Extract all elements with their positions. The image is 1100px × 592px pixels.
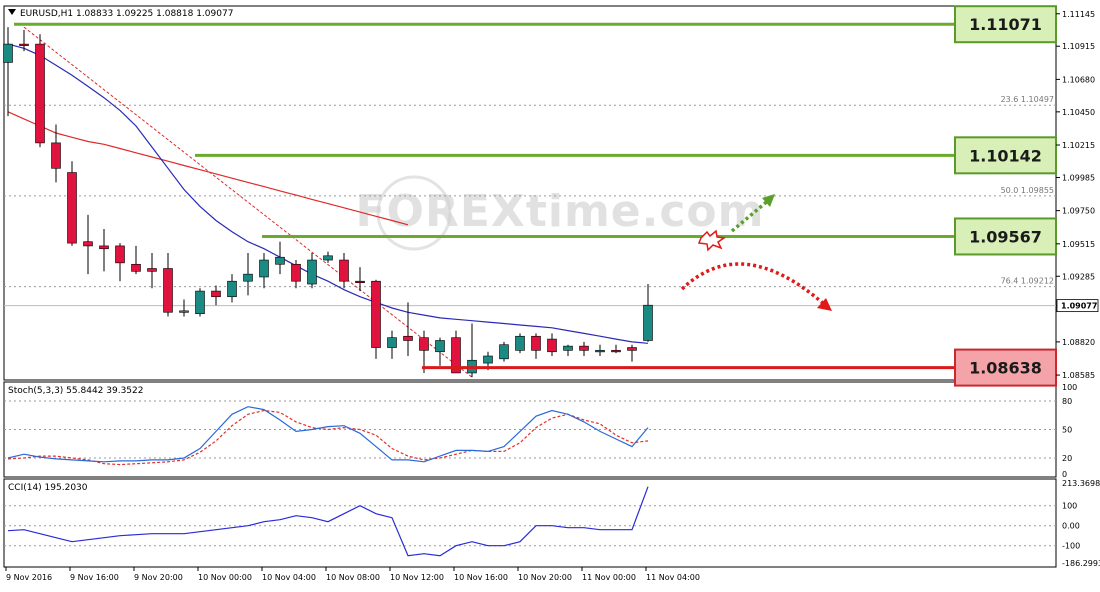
x-tick-label: 11 Nov 00:00 — [582, 573, 636, 582]
candle-body — [179, 310, 189, 313]
x-tick-label: 9 Nov 20:00 — [134, 573, 183, 582]
candle — [371, 279, 381, 359]
x-tick-label: 10 Nov 04:00 — [262, 573, 316, 582]
symbol-info: EURUSD,H1 1.08833 1.09225 1.08818 1.0907… — [20, 9, 233, 19]
level-price-label: 1.09567 — [969, 227, 1042, 246]
x-tick-label: 10 Nov 00:00 — [198, 573, 252, 582]
candle-body — [147, 268, 157, 272]
candle-body — [115, 245, 125, 264]
stoch-tick-label: 100 — [1062, 383, 1077, 392]
candle-body — [67, 172, 77, 244]
x-tick-label: 9 Nov 16:00 — [70, 573, 119, 582]
candle-body — [531, 335, 541, 351]
candle-body — [595, 350, 605, 353]
candle-body — [227, 280, 237, 298]
candle-body — [211, 290, 221, 298]
y-tick-label: 1.09985 — [1062, 173, 1095, 182]
chart-canvas: FOREXtime.com 23.6 1.10497 50.0 1.09855 76.… — [3, 5, 1100, 582]
candle-body — [355, 280, 365, 284]
candle-body — [307, 259, 317, 285]
fib-level-label: 76.4 1.09212 — [1001, 277, 1054, 286]
cci-panel-frame — [3, 478, 1057, 568]
x-tick-label: 11 Nov 04:00 — [646, 573, 700, 582]
candle-body — [3, 43, 13, 63]
stoch-title: Stoch(5,3,3) 55.8442 39.3522 — [8, 386, 143, 396]
candle-body — [563, 345, 573, 351]
stoch-tick-label: 0 — [1062, 470, 1067, 479]
candle-body — [579, 345, 589, 351]
fib-level-label: 23.6 1.10497 — [1001, 95, 1054, 104]
y-tick-label: 1.10215 — [1062, 141, 1095, 150]
candle-body — [499, 344, 509, 360]
x-tick-label: 10 Nov 20:00 — [518, 573, 572, 582]
stoch-tick-label: 80 — [1062, 397, 1072, 406]
y-tick-label: 1.09515 — [1062, 240, 1095, 249]
candle-body — [275, 256, 285, 265]
candle-body — [35, 43, 45, 144]
y-tick-label: 1.10450 — [1062, 108, 1095, 117]
candle-body — [163, 268, 173, 313]
candle-body — [291, 263, 301, 282]
y-tick-label: 1.08585 — [1062, 371, 1095, 380]
candle-body — [243, 273, 253, 282]
candle — [499, 341, 509, 362]
x-tick-label: 9 Nov 2016 — [6, 573, 52, 582]
candle-body — [371, 280, 381, 348]
fib-level-label: 50.0 1.09855 — [1001, 186, 1054, 195]
candle — [35, 34, 45, 148]
candle-body — [627, 347, 637, 351]
candle-body — [419, 337, 429, 351]
candle-body — [483, 355, 493, 364]
candle-body — [323, 255, 333, 261]
level-price-label: 1.11071 — [969, 15, 1042, 34]
x-tick-label: 10 Nov 08:00 — [326, 573, 380, 582]
cci-tick-label: 213.3698 — [1062, 479, 1100, 488]
candle-body — [259, 259, 269, 278]
stoch-tick-label: 50 — [1062, 426, 1072, 435]
stoch-tick-label: 20 — [1062, 454, 1072, 463]
y-tick-label: 1.09285 — [1062, 272, 1095, 281]
cci-tick-label: 0.00 — [1062, 522, 1080, 531]
level-price-label: 1.08638 — [969, 359, 1042, 378]
y-tick-label: 1.10915 — [1062, 42, 1095, 51]
candle-body — [195, 290, 205, 314]
y-tick-label: 1.09750 — [1062, 207, 1095, 216]
candle-body — [99, 245, 109, 250]
candle-body — [131, 263, 141, 272]
candle-body — [435, 340, 445, 353]
candle-body — [547, 338, 557, 353]
x-tick-label: 10 Nov 12:00 — [390, 573, 444, 582]
candle-body — [403, 335, 413, 341]
candle — [67, 161, 77, 246]
candle-body — [387, 337, 397, 348]
y-tick-label: 1.11145 — [1062, 10, 1095, 19]
x-tick-label: 10 Nov 16:00 — [454, 573, 508, 582]
candle-body — [19, 43, 29, 46]
cci-tick-label: -186.2993 — [1062, 559, 1100, 568]
cci-tick-label: 100 — [1062, 502, 1077, 511]
candle-body — [611, 350, 621, 353]
y-tick-label: 1.10680 — [1062, 75, 1095, 84]
cci-tick-label: -100 — [1062, 542, 1080, 551]
candle-body — [339, 259, 349, 282]
candle-body — [83, 241, 93, 247]
chart-root: FOREXtime.com 23.6 1.10497 50.0 1.09855 76.… — [0, 0, 1100, 592]
candle-body — [51, 142, 61, 169]
watermark-text: FOREXtime.com — [356, 186, 765, 237]
cci-title: CCI(14) 195.2030 — [8, 483, 88, 493]
candle — [515, 333, 525, 354]
candle-body — [515, 335, 525, 351]
candle — [195, 288, 205, 317]
level-price-label: 1.10142 — [969, 146, 1042, 165]
candle-body — [643, 304, 653, 341]
last-price-label: 1.09077 — [1061, 302, 1097, 311]
y-tick-label: 1.08820 — [1062, 338, 1095, 347]
